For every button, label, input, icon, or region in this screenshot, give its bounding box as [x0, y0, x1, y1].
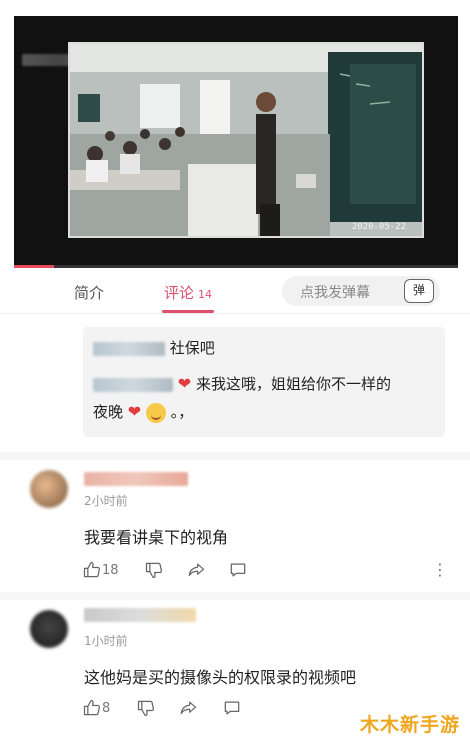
like-count: 18 — [102, 562, 119, 578]
section-divider — [0, 452, 470, 460]
reply-line-1: 社保吧 — [93, 337, 215, 359]
comment-icon — [224, 701, 240, 715]
classroom-scene-image — [70, 44, 422, 236]
blushing-face-icon — [145, 402, 166, 423]
comment-item: 2小时前 我要看讲桌下的视角 18 ⋮ — [0, 460, 470, 590]
more-icon[interactable]: ⋮ — [432, 562, 448, 578]
comment-icon — [230, 563, 246, 577]
watermark-logo: 木木新手游 — [360, 714, 461, 736]
comment-actions: 18 — [82, 560, 262, 582]
share-icon — [180, 701, 197, 715]
reply-line-2: ❤ 来我这哦，姐姐给你不一样的 — [93, 373, 391, 395]
video-frame[interactable]: 2020-05-22 — [68, 42, 424, 238]
comment-text: 这他妈是买的摄像头的权限录的视频吧 — [84, 668, 357, 687]
tab-comments[interactable]: 评论 14 — [164, 282, 212, 303]
thumbs-down-icon — [145, 562, 162, 579]
heart-icon: ❤ — [177, 374, 192, 393]
commenter-name-blurred[interactable] — [84, 472, 188, 486]
reply-line-1-text: 社保吧 — [169, 339, 215, 357]
share-button[interactable] — [178, 698, 198, 718]
comment-time: 1小时前 — [84, 634, 128, 648]
share-icon — [188, 563, 205, 577]
tab-comments-count: 14 — [198, 288, 213, 301]
video-player[interactable]: 2020-05-22 — [14, 16, 458, 268]
avatar[interactable] — [30, 470, 68, 508]
quoted-reply-box[interactable]: 社保吧 ❤ 来我这哦，姐姐给你不一样的 夜晚 ❤ 。， — [83, 327, 445, 437]
danmu-placeholder: 点我发弹幕 — [300, 285, 370, 301]
like-button[interactable]: 18 — [82, 560, 119, 580]
thumbs-up-icon — [83, 699, 100, 716]
reply-button[interactable] — [222, 698, 242, 718]
danmu-icon[interactable]: 弹 — [404, 279, 434, 303]
danmu-input[interactable]: 点我发弹幕 弹 — [282, 276, 440, 306]
comment-time: 2小时前 — [84, 494, 128, 508]
blurred-username — [93, 341, 165, 356]
dislike-button[interactable] — [136, 698, 156, 718]
comment-text: 我要看讲桌下的视角 — [84, 528, 229, 547]
reply-line-3-start: 夜晚 — [93, 403, 124, 421]
thumbs-down-icon — [137, 700, 154, 717]
reply-line-3-end: 。， — [170, 403, 194, 421]
like-button[interactable]: 8 — [82, 698, 110, 718]
tab-comments-label: 评论 — [164, 284, 195, 302]
reply-line-2-text: 来我这哦，姐姐给你不一样的 — [195, 375, 391, 393]
thumbs-up-icon — [83, 561, 100, 578]
reply-line-3: 夜晚 ❤ 。， — [93, 401, 193, 423]
like-count: 8 — [102, 700, 111, 716]
comment-actions: 8 — [82, 698, 262, 720]
tab-active-indicator — [162, 310, 214, 313]
avatar[interactable] — [30, 610, 68, 648]
tab-intro[interactable]: 简介 — [74, 282, 104, 303]
reply-button[interactable] — [228, 560, 248, 580]
heart-icon: ❤ — [127, 402, 142, 421]
video-timestamp: 2020-05-22 — [351, 222, 406, 232]
share-button[interactable] — [186, 560, 206, 580]
section-divider — [0, 592, 470, 600]
dislike-button[interactable] — [144, 560, 164, 580]
blurred-username — [93, 377, 173, 392]
commenter-name-blurred[interactable] — [84, 608, 196, 622]
